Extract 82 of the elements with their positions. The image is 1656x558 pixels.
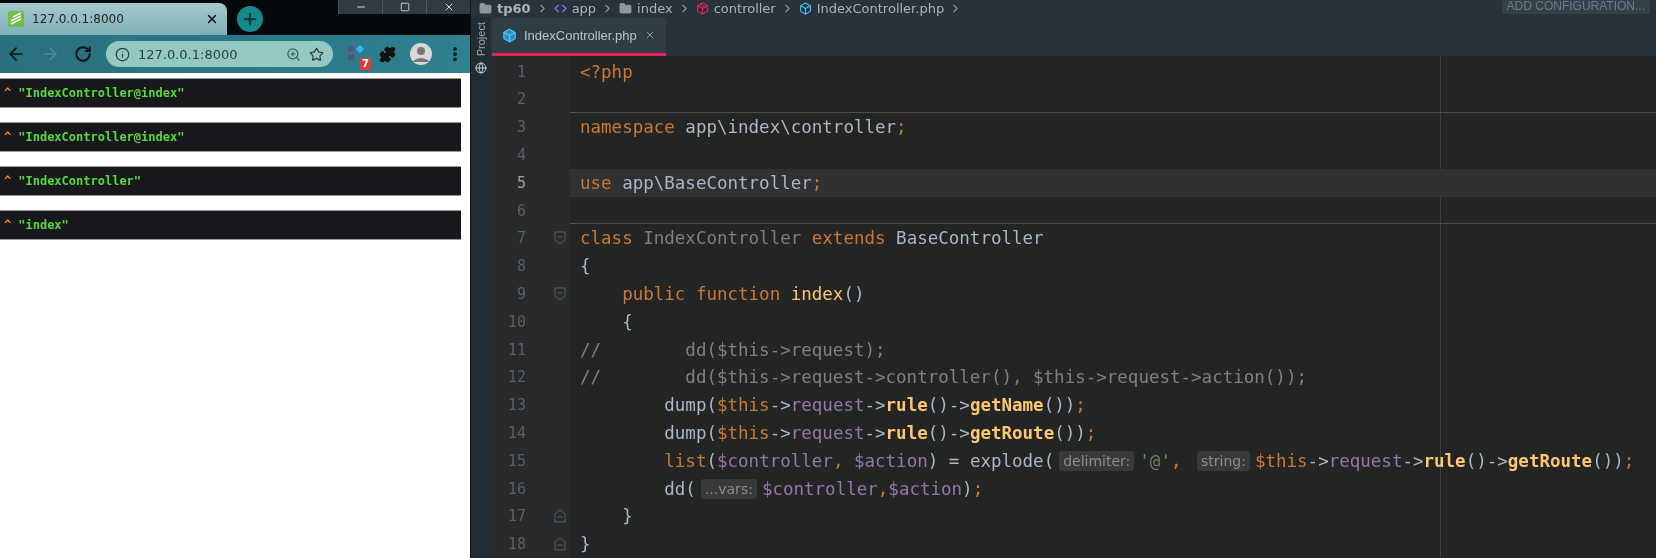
info-icon (115, 46, 130, 62)
reload-icon[interactable] (74, 45, 92, 63)
line-number: 7 (515, 229, 527, 248)
line-number: 17 (506, 507, 527, 526)
parameter-hint: delimiter: (1059, 450, 1135, 471)
code-text: // dd($this->request); (580, 339, 886, 360)
code-text: dump($this->request->rule()->getName()); (663, 395, 1086, 416)
new-tab-button[interactable] (237, 6, 263, 32)
line-number: 4 (515, 145, 527, 164)
browser-tab[interactable]: 127.0.0.1:8000 (0, 3, 227, 35)
puzzle-icon[interactable] (379, 45, 396, 63)
line-number: 1 (515, 62, 527, 81)
folder-icon (479, 2, 492, 16)
file-icon (502, 27, 517, 43)
code-text: <?php (580, 61, 633, 82)
dump-caret[interactable]: ^ (4, 218, 12, 232)
line-number: 5 (515, 173, 527, 192)
zoom-icon[interactable] (286, 46, 301, 62)
code-text: } (621, 506, 633, 527)
code-text: list($controller, $action) = explode( (663, 450, 1055, 471)
code-text: } (580, 534, 591, 555)
line-number: 3 (515, 118, 527, 137)
line-number: 8 (515, 257, 527, 276)
dump-string: "IndexController@index" (18, 86, 185, 100)
plus-icon (241, 10, 259, 28)
code-text: class IndexController extends BaseController (580, 228, 1044, 249)
breadcrumb-item[interactable]: app (553, 1, 597, 17)
fold-icon[interactable] (554, 537, 566, 552)
address-field[interactable]: 127.0.0.1:8000 (106, 41, 333, 67)
code-text: $controller,$action); (761, 478, 984, 499)
breadcrumb-item[interactable]: IndexController.php (798, 1, 945, 17)
line-number: 16 (506, 479, 527, 498)
line-number: 13 (506, 396, 527, 415)
folder-icon (619, 2, 633, 16)
fold-icon[interactable] (554, 231, 566, 246)
line-number: 2 (515, 90, 527, 109)
dump-string: "index" (18, 218, 69, 232)
dump-string: "IndexController@index" (18, 130, 185, 144)
code-text: $this->request->rule()->getRoute()); (1254, 450, 1635, 471)
editor-tab[interactable]: IndexController.php (492, 17, 666, 56)
line-number: 9 (515, 284, 527, 303)
dump-caret[interactable]: ^ (4, 174, 12, 188)
avatar-icon[interactable] (410, 43, 432, 65)
globe-icon[interactable] (474, 61, 487, 74)
breadcrumb-item[interactable]: index (619, 1, 673, 17)
breadcrumb-item[interactable]: tp60 (479, 1, 531, 17)
dump-string: "IndexController" (18, 174, 142, 188)
code-text: dd( (663, 478, 696, 499)
project-tab[interactable]: Project (471, 17, 490, 56)
code-text: public function index() (621, 283, 865, 304)
maximize-icon (399, 2, 410, 12)
fold-icon[interactable] (554, 509, 566, 524)
code-text: // dd($this->request->controller(), $this->request->action()); (580, 367, 1307, 388)
file-icon (798, 2, 812, 16)
maximize-button[interactable] (382, 0, 426, 14)
favicon-icon (8, 11, 24, 27)
fold-icon[interactable] (554, 286, 566, 301)
line-number: 15 (506, 451, 527, 470)
breadcrumb-item[interactable]: controller (695, 1, 776, 17)
code-text: use app\BaseController; (580, 172, 823, 193)
code-text: { (621, 311, 633, 332)
code-text: namespace app\index\controller; (580, 117, 907, 138)
notification-badge: 7 (360, 58, 371, 70)
package-icon (695, 2, 709, 16)
code-text: { (580, 256, 591, 277)
line-number: 11 (506, 340, 527, 359)
star-icon[interactable] (309, 46, 324, 62)
parameter-hint: ...vars: (700, 478, 757, 499)
line-number: 10 (506, 312, 527, 331)
line-number: 18 (506, 535, 527, 554)
line-number: 12 (506, 368, 527, 387)
close-icon[interactable] (205, 12, 219, 26)
dump-caret[interactable]: ^ (4, 86, 12, 100)
tab-title: 127.0.0.1:8000 (32, 12, 125, 26)
code-text: '@', (1139, 450, 1183, 471)
minimize-button[interactable] (338, 0, 382, 14)
close-button[interactable] (426, 0, 470, 14)
dump-caret[interactable]: ^ (4, 130, 12, 144)
line-number: 6 (515, 201, 527, 220)
parameter-hint: string: (1197, 450, 1250, 471)
code-text: dump($this->request->rule()->getRoute()); (663, 422, 1097, 443)
line-number: 14 (506, 423, 527, 442)
